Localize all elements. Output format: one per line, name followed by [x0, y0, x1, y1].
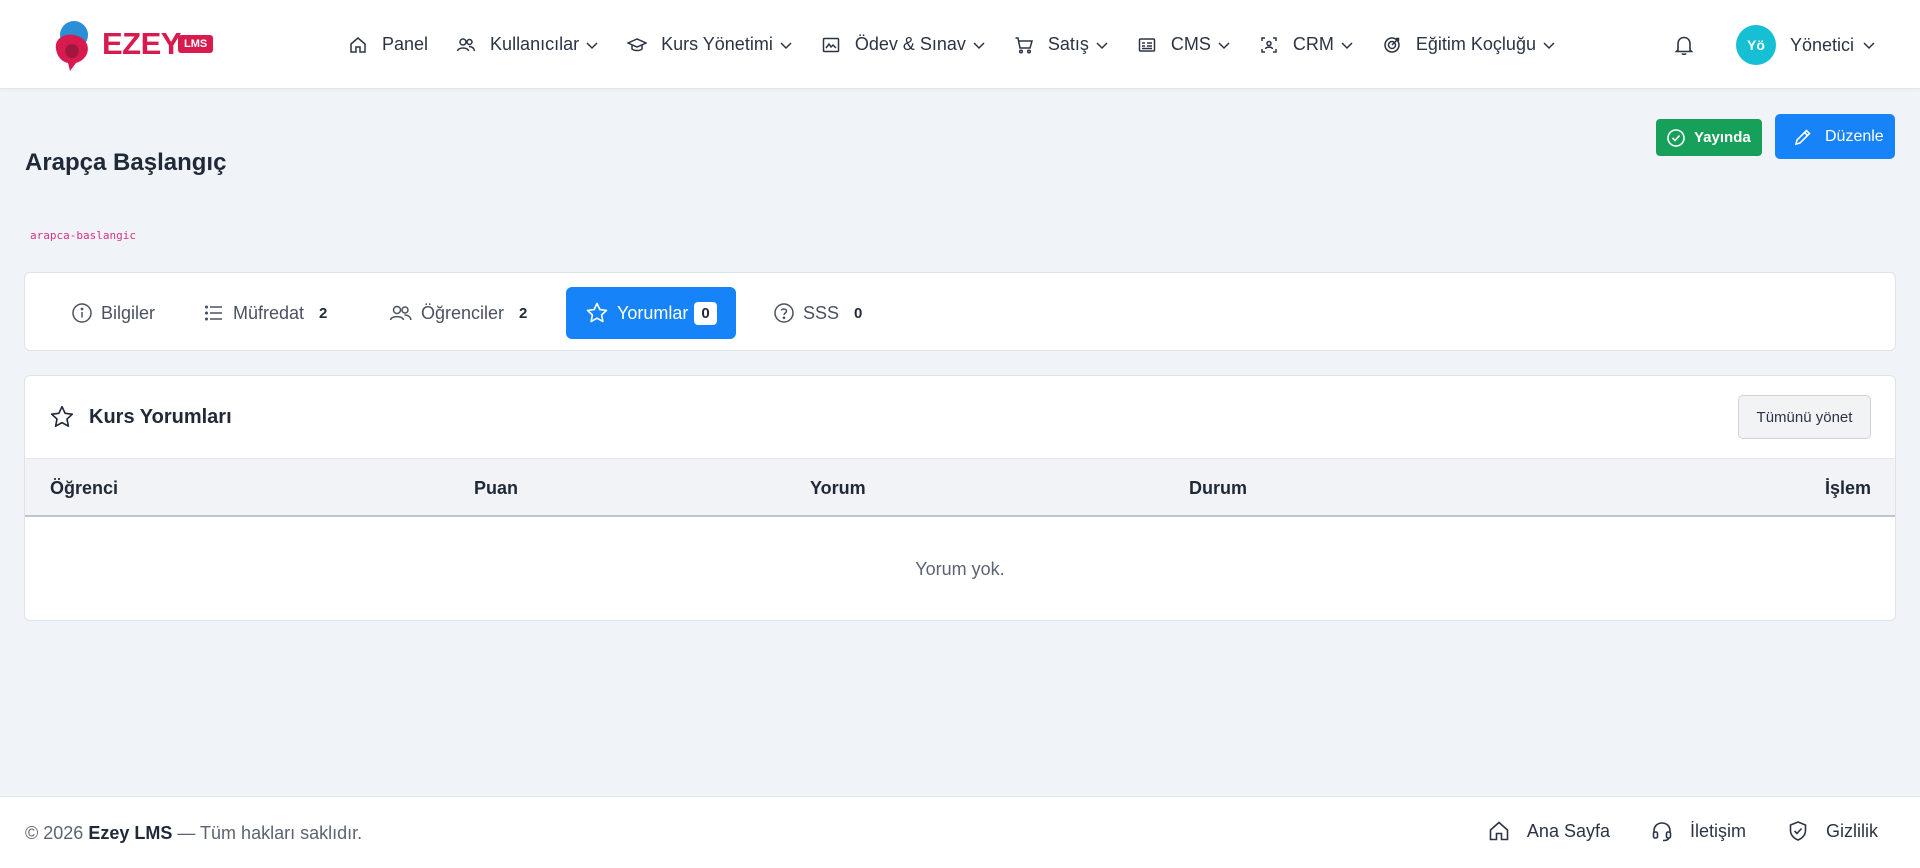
card-header: Kurs Yorumları Tümünü yönet [25, 376, 1895, 459]
nav-item-panel[interactable]: Panel [348, 34, 428, 55]
reviews-card: Kurs Yorumları Tümünü yönet Öğrenci Puan… [24, 375, 1896, 621]
copyright-year: © 2026 [25, 823, 84, 843]
brand-logo[interactable]: EZEY LMS [50, 19, 240, 71]
card-title-text: Kurs Yorumları [89, 405, 232, 428]
page-footer: © 2026 Ezey LMS — Tüm hakları saklıdır. … [0, 796, 1920, 868]
shield-check-icon [1789, 821, 1807, 841]
column-header-action[interactable]: İşlem [1825, 478, 1871, 499]
chevron-down-icon [1543, 41, 1555, 49]
question-icon [774, 303, 794, 323]
course-tabs: Bilgiler Müfredat 2 Öğrenciler 2 Yorumla… [24, 272, 1896, 351]
avatar: Yö [1736, 25, 1776, 65]
tab-label: SSS [803, 302, 840, 323]
list-icon [204, 305, 222, 321]
nav-label: CRM [1292, 34, 1334, 54]
logo-badge: LMS [178, 35, 214, 53]
column-header-student[interactable]: Öğrenci [50, 478, 118, 499]
manage-all-button[interactable]: Tümünü yönet [1738, 395, 1871, 439]
chevron-down-icon [780, 41, 792, 49]
tab-info[interactable]: Bilgiler [51, 287, 175, 339]
tab-count: 2 [319, 304, 328, 322]
edit-button[interactable]: Düzenle [1775, 114, 1895, 159]
chevron-down-icon [586, 41, 598, 49]
tab-label: Bilgiler [101, 302, 156, 323]
chevron-down-icon [1341, 41, 1353, 49]
logo-text: EZEY [102, 26, 181, 61]
tab-label: Öğrenciler [421, 302, 505, 323]
chevron-down-icon [1863, 42, 1875, 50]
tab-students[interactable]: Öğrenciler 2 [369, 287, 547, 339]
course-slug: arapca-baslangic [30, 229, 136, 242]
headset-icon [1652, 822, 1672, 842]
tab-label: Yorumlar [617, 302, 689, 323]
star-icon [50, 405, 74, 428]
tab-count: 0 [854, 304, 863, 322]
nav-item-cms[interactable]: CMS [1137, 34, 1231, 55]
column-header-rating[interactable]: Puan [474, 478, 518, 499]
home-icon [350, 36, 366, 53]
copyright-rights: — Tüm hakları saklıdır. [177, 823, 363, 843]
star-icon [586, 302, 608, 323]
person-scan-icon [1261, 36, 1277, 53]
nav-item-sales[interactable]: Satış [1014, 34, 1109, 55]
column-header-status[interactable]: Durum [1189, 478, 1247, 499]
tab-curriculum[interactable]: Müfredat 2 [183, 287, 347, 339]
nav-label: Satış [1047, 34, 1089, 54]
footer-links: Ana Sayfa İletişim Gizlilik [1447, 819, 1878, 843]
users-icon [389, 305, 412, 321]
graduation-cap-icon [627, 37, 648, 51]
check-circle-icon [1667, 128, 1685, 147]
logo-mark-icon [55, 21, 88, 71]
edit-label: Düzenle [1825, 127, 1884, 145]
chevron-down-icon [1096, 41, 1108, 49]
table-header: Öğrenci Puan Yorum Durum İşlem [25, 459, 1895, 517]
newspaper-icon [1138, 37, 1156, 52]
tab-reviews[interactable]: Yorumlar 0 [566, 287, 736, 339]
status-badge: Yayında [1656, 119, 1762, 156]
status-label: Yayında [1694, 129, 1751, 146]
nav-label: Panel [382, 34, 429, 54]
footer-link-contact[interactable]: İletişim [1650, 819, 1746, 843]
footer-link-label: İletişim [1689, 820, 1746, 841]
main-nav: Panel Kullanıcılar Kurs Yönetimi Ödev & … [348, 0, 1584, 89]
bell-icon [1674, 36, 1694, 56]
nav-label: Kurs Yönetimi [661, 34, 773, 54]
nav-label: Eğitim Koçluğu [1415, 34, 1536, 54]
nav-item-coaching[interactable]: Eğitim Koçluğu [1382, 34, 1556, 55]
info-icon [72, 303, 92, 323]
nav-item-assignments[interactable]: Ödev & Sınav [821, 34, 986, 55]
users-icon [456, 37, 476, 51]
tab-count: 2 [519, 304, 528, 322]
page-title: Arapça Başlangıç [25, 149, 227, 176]
chevron-down-icon [1218, 41, 1230, 49]
empty-state-text: Yorum yok. [915, 559, 1005, 579]
footer-link-label: Gizlilik [1826, 820, 1878, 841]
tab-faq[interactable]: SSS 0 [753, 287, 882, 339]
tab-count: 0 [694, 301, 717, 325]
footer-link-label: Ana Sayfa [1526, 820, 1610, 841]
nav-label: Kullanıcılar [490, 34, 580, 54]
copyright: © 2026 Ezey LMS — Tüm hakları saklıdır. [25, 823, 362, 844]
pencil-icon [1794, 128, 1811, 145]
column-header-review[interactable]: Yorum [810, 478, 866, 499]
card-title: Kurs Yorumları [49, 404, 232, 430]
top-navbar: EZEY LMS Panel Kullanıcılar Kurs Yönetim… [0, 0, 1920, 89]
footer-link-home[interactable]: Ana Sayfa [1487, 819, 1610, 843]
target-icon [1384, 36, 1400, 53]
cart-icon [1015, 36, 1033, 54]
nav-label: Ödev & Sınav [854, 34, 966, 54]
notifications-button[interactable] [1672, 33, 1696, 57]
nav-label: CMS [1170, 34, 1211, 54]
nav-item-crm[interactable]: CRM [1259, 34, 1354, 55]
user-menu[interactable]: Yö Yönetici [1736, 25, 1876, 65]
footer-link-privacy[interactable]: Gizlilik [1786, 819, 1878, 843]
user-name: Yönetici [1790, 34, 1855, 55]
nav-item-users[interactable]: Kullanıcılar [456, 34, 599, 55]
chevron-down-icon [973, 41, 985, 49]
home-icon [1489, 821, 1509, 841]
tab-label: Müfredat [233, 302, 305, 323]
copyright-brand: Ezey LMS [88, 823, 173, 843]
image-icon [822, 37, 840, 52]
nav-item-course-management[interactable]: Kurs Yönetimi [627, 34, 793, 55]
